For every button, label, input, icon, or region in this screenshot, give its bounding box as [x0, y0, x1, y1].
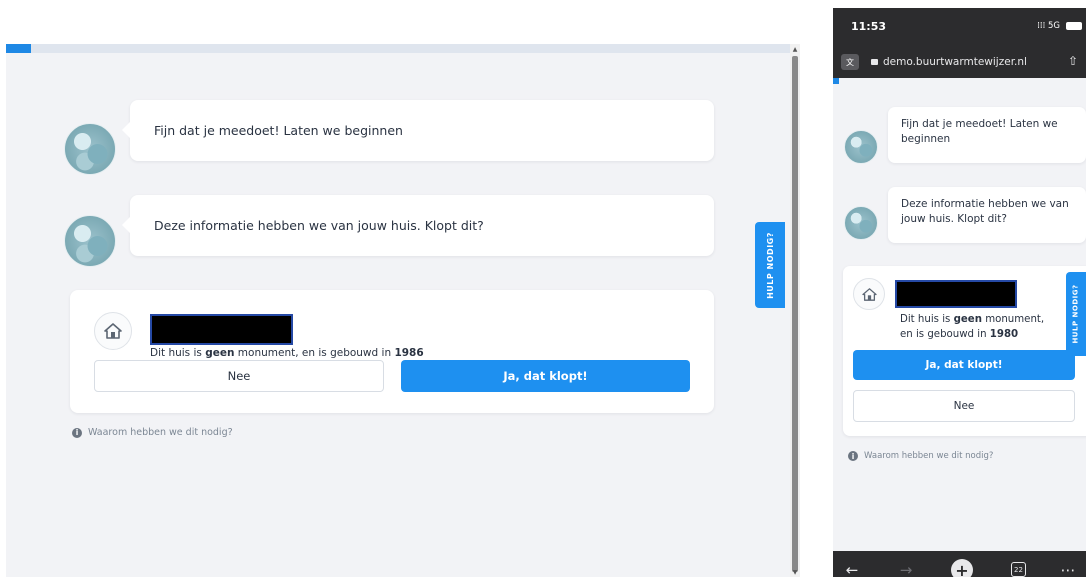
- forward-arrow-icon[interactable]: →: [895, 559, 917, 577]
- browser-toolbar: ← → + 22 ⋯: [833, 551, 1086, 577]
- progress-fill: [6, 44, 31, 53]
- house-icon-circle: [94, 312, 132, 350]
- screenshot-root: Fijn dat je meedoet! Laten we beginnen D…: [0, 0, 1086, 577]
- mobile-view: 11:53 ⁞⁞⁞ 5G 文 demo.buurtwarmtewijzer.nl…: [833, 8, 1086, 577]
- desktop-view: Fijn dat je meedoet! Laten we beginnen D…: [6, 44, 790, 577]
- tabs-icon[interactable]: 22: [1011, 562, 1026, 577]
- no-button[interactable]: Nee: [94, 360, 384, 392]
- browser-url-bar: 文 demo.buurtwarmtewijzer.nl ⇧: [833, 48, 1086, 78]
- more-menu-icon[interactable]: ⋯: [1057, 559, 1079, 577]
- scroll-up-icon[interactable]: ▲: [790, 44, 800, 54]
- new-tab-plus-icon[interactable]: +: [951, 559, 973, 577]
- progress-track: [6, 44, 790, 53]
- scroll-down-icon[interactable]: ▼: [790, 567, 800, 577]
- chat-message: Deze informatie hebben we van jouw huis.…: [154, 218, 484, 233]
- redacted-address: [150, 314, 293, 345]
- chat-message: Deze informatie hebben we van jouw huis.…: [901, 198, 1069, 225]
- house-icon: [861, 287, 877, 301]
- signal-icon: ⁞⁞⁞: [1037, 21, 1048, 31]
- battery-icon: [1066, 22, 1082, 30]
- chat-message: Fijn dat je meedoet! Laten we beginnen: [901, 118, 1058, 145]
- info-icon: i: [72, 427, 82, 438]
- desktop-scrollbar[interactable]: ▲ ▼: [790, 44, 800, 577]
- house-icon-circle: [853, 278, 885, 310]
- chat-bubble: Fijn dat je meedoet! Laten we beginnen: [122, 100, 714, 161]
- assistant-avatar: [844, 130, 878, 164]
- status-bar: 11:53 ⁞⁞⁞ 5G: [833, 8, 1086, 48]
- house-info-card: Dit huis is geen monument, en is gebouwd…: [70, 290, 714, 413]
- house-icon: [104, 323, 122, 339]
- assistant-avatar: [844, 206, 878, 240]
- chat-bubble: Deze informatie hebben we van jouw huis.…: [122, 195, 714, 256]
- confirm-button[interactable]: Ja, dat klopt!: [401, 360, 690, 392]
- chat-bubble: Deze informatie hebben we van jouw huis.…: [888, 187, 1086, 243]
- share-icon[interactable]: ⇧: [1068, 54, 1078, 68]
- progress-fill: [833, 78, 839, 84]
- why-link[interactable]: i Waarom hebben we dit nodig?: [848, 451, 993, 461]
- house-info-text: Dit huis is geen monument, en is gebouwd…: [150, 347, 424, 359]
- info-icon: i: [848, 451, 858, 461]
- confirm-button[interactable]: Ja, dat klopt!: [853, 350, 1075, 380]
- house-info-card: Dit huis is geen monument, en is gebouwd…: [843, 266, 1086, 436]
- scrollbar-thumb[interactable]: [792, 56, 798, 572]
- lock-icon: [871, 59, 878, 65]
- chat-bubble: Fijn dat je meedoet! Laten we beginnen: [888, 107, 1086, 163]
- status-time: 11:53: [851, 20, 887, 33]
- help-tab[interactable]: HULP NODIG?: [1066, 272, 1086, 356]
- chat-message: Fijn dat je meedoet! Laten we beginnen: [154, 123, 403, 138]
- assistant-avatar: [64, 215, 116, 267]
- assistant-avatar: [64, 123, 116, 175]
- translate-icon[interactable]: 文: [841, 54, 859, 70]
- help-tab[interactable]: HULP NODIG?: [755, 222, 785, 308]
- house-info-text: Dit huis is geen monument, en is gebouwd…: [900, 314, 1045, 340]
- url-field[interactable]: demo.buurtwarmtewijzer.nl: [871, 56, 1027, 68]
- why-link[interactable]: i Waarom hebben we dit nodig?: [72, 427, 233, 438]
- back-arrow-icon[interactable]: ←: [841, 559, 863, 577]
- redacted-address: [895, 280, 1017, 308]
- signal-indicator: ⁞⁞⁞ 5G: [1037, 21, 1060, 31]
- no-button[interactable]: Nee: [853, 390, 1075, 422]
